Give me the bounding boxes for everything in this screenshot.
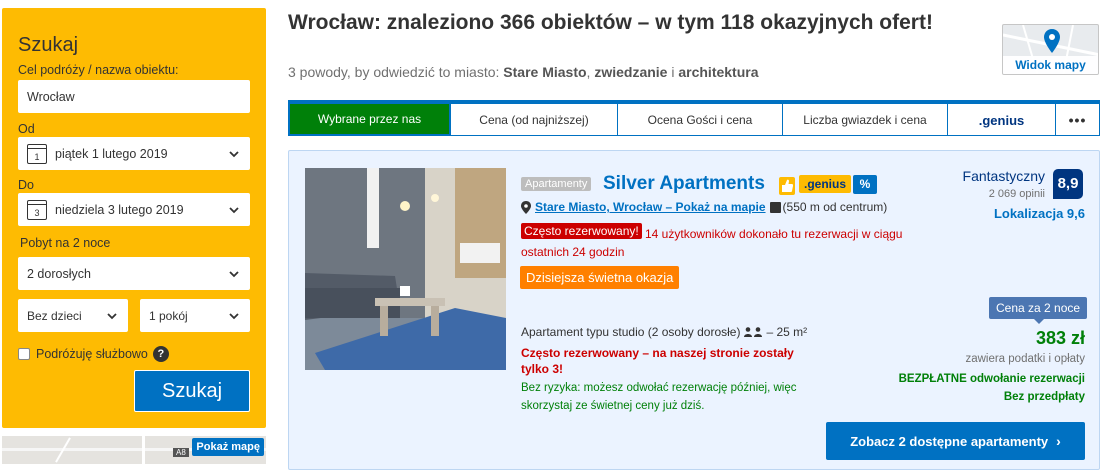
map-preview[interactable]: A8 Pokaż mapę: [2, 436, 266, 464]
chevron-down-icon: [229, 207, 239, 214]
tab-our-picks[interactable]: Wybrane przez nas: [288, 104, 451, 136]
business-travel-row: Podróżuję służbowo ?: [18, 346, 250, 362]
checkin-label: Od: [18, 122, 35, 136]
map-mini-icon: [769, 201, 781, 213]
sort-tabs: Wybrane przez nas Cena (od najniższej) O…: [288, 100, 1100, 136]
tab-rating-price[interactable]: Ocena Gości i cena: [618, 104, 783, 136]
search-panel: Szukaj Cel podróży / nazwa obiektu: Wroc…: [2, 8, 266, 428]
often-booked-badge: Często rezerwowany!: [521, 223, 642, 239]
price-value: 383 zł: [1035, 328, 1085, 348]
property-photo[interactable]: [305, 168, 506, 370]
page-title: Wrocław: znaleziono 366 obiektów – w tym…: [288, 11, 933, 34]
tab-more[interactable]: •••: [1056, 104, 1100, 136]
rooms-select[interactable]: 1 pokój: [140, 299, 250, 332]
calendar-icon: 1: [27, 143, 47, 164]
apartment-interior-image: [305, 168, 506, 370]
review-score-badge[interactable]: 8,9: [1053, 169, 1083, 199]
business-travel-checkbox[interactable]: [18, 348, 30, 360]
reason-architecture: architektura: [678, 64, 759, 80]
no-risk-text: Bez ryzyka: możesz odwołać rezerwację pó…: [521, 382, 797, 412]
location-pin-icon: [521, 200, 531, 214]
rooms-value: 1 pokój: [149, 308, 188, 323]
todays-deal-badge: Dzisiejsza świetna okazja: [520, 266, 680, 289]
tab-genius[interactable]: .genius: [948, 104, 1056, 136]
reason-sightseeing: zwiedzanie: [594, 64, 668, 80]
two-persons-icon: [744, 327, 763, 337]
unit-type-text: Apartament typu studio (2 osoby dorosłe): [521, 325, 741, 339]
price-period-tag: Cena za 2 noce: [989, 297, 1088, 324]
review-score-word: Fantastyczny: [962, 168, 1045, 184]
map-view-label: Widok mapy: [1003, 56, 1098, 74]
unit-description: Apartament typu studio (2 osoby dorosłe)…: [521, 325, 807, 339]
property-name-link[interactable]: Silver Apartments: [603, 173, 765, 195]
destination-label: Cel podróży / nazwa obiektu:: [18, 63, 179, 77]
chevron-down-icon: [229, 271, 239, 278]
children-value: Bez dzieci: [27, 308, 82, 323]
checkin-value: piątek 1 lutego 2019: [55, 146, 168, 161]
destination-input[interactable]: Wrocław: [18, 80, 250, 113]
see-availability-label: Zobacz 2 dostępne apartamenty: [850, 433, 1049, 449]
thumbs-up-icon: [779, 177, 795, 195]
reason-old-town: Stare Miasto: [503, 64, 587, 80]
destination-value: Wrocław: [27, 89, 75, 104]
search-button[interactable]: Szukaj: [134, 370, 250, 412]
chevron-down-icon: [229, 313, 239, 320]
genius-badge: .genius: [799, 175, 852, 193]
checkin-date-select[interactable]: 1 piątek 1 lutego 2019: [18, 137, 250, 170]
see-availability-button[interactable]: Zobacz 2 dostępne apartamenty ›: [826, 422, 1085, 460]
no-prepayment-text: Bez przedpłaty: [1003, 391, 1085, 403]
search-title: Szukaj: [18, 34, 79, 56]
show-map-button[interactable]: Pokaż mapę: [192, 438, 264, 456]
reason-separator: i: [667, 64, 679, 80]
adults-value: 2 dorosłych: [27, 266, 91, 281]
property-card: Apartamenty Silver Apartments .genius % …: [288, 150, 1100, 470]
help-icon[interactable]: ?: [152, 346, 169, 362]
adults-select[interactable]: 2 dorosłych: [18, 257, 250, 290]
subtitle-prefix: 3 powody, by odwiedzić to miasto:: [288, 64, 504, 80]
location-score: Lokalizacja 9,6: [993, 206, 1085, 221]
distance-text: (550 m od centrum): [782, 200, 888, 214]
location-line: Stare Miasto, Wrocław – Pokaż na mapie (…: [521, 200, 887, 214]
checkout-date-select[interactable]: 3 niedziela 3 lutego 2019: [18, 193, 250, 226]
checkout-label: Do: [18, 178, 34, 192]
road-label: A8: [173, 448, 189, 457]
map-view-button[interactable]: Widok mapy: [1002, 24, 1099, 75]
percent-badge: %: [853, 175, 877, 194]
tab-stars-price[interactable]: Liczba gwiazdek i cena: [783, 104, 948, 136]
show-on-map-link[interactable]: Stare Miasto, Wrocław – Pokaż na mapie: [535, 200, 766, 214]
review-count: 2 069 opinii: [988, 188, 1045, 200]
checkout-value: niedziela 3 lutego 2019: [55, 202, 184, 217]
map-pin-icon: [1044, 29, 1060, 53]
chevron-down-icon: [107, 313, 117, 320]
property-type-badge: Apartamenty: [521, 177, 592, 191]
free-cancellation-text: BEZPŁATNE odwołanie rezerwacji: [898, 373, 1085, 385]
unit-size-text: – 25 m²: [766, 325, 808, 339]
chevron-right-icon: ›: [1056, 433, 1061, 449]
chevron-down-icon: [229, 151, 239, 158]
scarcity-warning: Często rezerwowany – na naszej stronie z…: [521, 346, 794, 376]
calendar-icon: 3: [27, 199, 47, 220]
business-travel-label: Podróżuję służbowo: [36, 347, 148, 361]
price-note: zawiera podatki i opłaty: [965, 353, 1085, 365]
stay-length-label: Pobyt na 2 noce: [20, 236, 111, 250]
children-select[interactable]: Bez dzieci: [18, 299, 128, 332]
page-subtitle: 3 powody, by odwiedzić to miasto: Stare …: [288, 64, 759, 80]
tab-price-lowest[interactable]: Cena (od najniższej): [451, 104, 618, 136]
